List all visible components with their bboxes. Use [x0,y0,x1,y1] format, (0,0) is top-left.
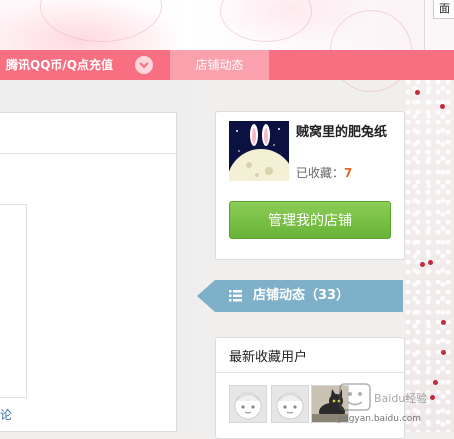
bead-decoration [428,260,433,265]
list-icon [229,290,242,302]
panel-divider [0,153,176,154]
shop-info-card: 贼窝里的肥兔纸 已收藏：7 管理我的店铺 [215,111,405,260]
default-user-icon [230,386,266,422]
bead-decoration [441,320,446,325]
corner-tab[interactable]: 面 [433,0,454,19]
watermark-brand: Baidu经验 [374,391,427,405]
collected-count-line: 已收藏：7 [296,164,352,181]
collected-label: 已收藏： [296,166,345,180]
inner-content-box [0,204,27,398]
collected-count: 7 [344,166,353,180]
bead-decoration [440,104,445,109]
shop-nav-bar: 腾讯QQ币/Q点充值 店铺动态 [0,50,454,80]
shop-dynamics-ribbon[interactable]: 店铺动态（33） [197,280,403,312]
nav-tab-shop-dynamics[interactable]: 店铺动态 [170,50,269,80]
latest-collectors-title: 最新收藏用户 [229,350,308,365]
nav-right-strip [424,50,454,80]
bead-decoration [441,350,446,355]
collector-avatar[interactable] [229,385,267,423]
bead-decoration [415,90,420,95]
bead-decoration [420,262,425,267]
nav-item-qq-recharge[interactable]: 腾讯QQ币/Q点充值 [6,50,113,80]
manage-shop-button[interactable]: 管理我的店铺 [229,201,391,239]
default-user-icon [272,386,308,422]
collector-avatar[interactable] [271,385,309,423]
comment-link[interactable]: 论 [0,406,12,423]
bead-decoration [433,380,438,385]
card-divider [216,372,404,373]
watermark-site: jingyan.baidu.com [338,414,422,424]
nav-dropdown-button[interactable] [135,56,153,74]
shop-dynamics-label: 店铺动态（33） [253,288,350,303]
bead-decoration [430,395,435,400]
shop-avatar[interactable] [229,121,289,181]
shop-banner [0,0,424,92]
shop-name[interactable]: 贼窝里的肥兔纸 [296,121,387,140]
chevron-down-icon [139,62,149,69]
rabbit-moon-icon [229,121,289,181]
